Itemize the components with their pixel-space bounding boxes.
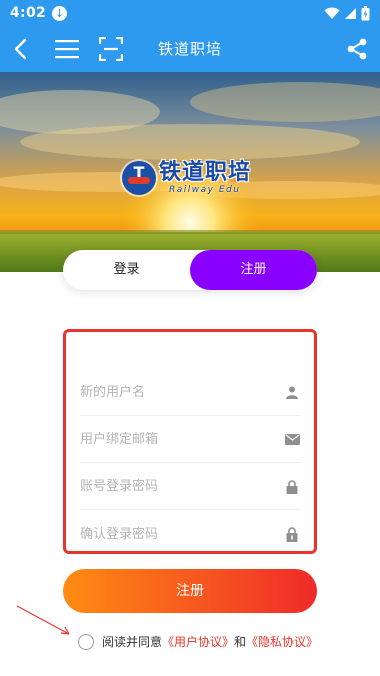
register-form (63, 329, 317, 554)
password-field-row (80, 464, 300, 510)
agreement-row: 阅读并同意 《用户协议》 和 《隐私协议》 (78, 633, 318, 650)
scan-icon[interactable] (96, 34, 126, 64)
confirm-password-input[interactable] (80, 526, 284, 542)
agreement-prefix: 阅读并同意 (102, 635, 163, 649)
battery-icon (361, 5, 370, 20)
password-input[interactable] (80, 479, 284, 494)
share-icon[interactable] (342, 34, 372, 64)
signal-icon (345, 7, 356, 19)
download-notification-icon: ↓ (52, 5, 68, 21)
confirm-password-field-row (80, 511, 300, 557)
back-arrow-icon[interactable] (6, 34, 36, 64)
register-submit-button[interactable]: 注册 (63, 569, 317, 613)
lock-confirm-icon (284, 526, 300, 542)
email-input[interactable] (80, 432, 284, 447)
annotation-arrow-icon (16, 605, 70, 635)
wifi-icon (324, 7, 340, 19)
logo-english-text: Railway Edu (169, 184, 241, 195)
brand-logo: T 铁道职培 Railway Edu (122, 161, 251, 195)
tab-login[interactable]: 登录 (63, 250, 190, 290)
status-icons (324, 5, 370, 21)
logo-mark-icon: T (122, 161, 156, 195)
status-time: 4:02 (10, 5, 47, 21)
logo-chinese-text: 铁道职培 (159, 159, 252, 185)
mail-icon (284, 432, 300, 448)
lock-icon (284, 479, 300, 495)
tab-register[interactable]: 注册 (190, 250, 317, 290)
user-icon (284, 385, 300, 401)
username-input[interactable] (80, 385, 284, 400)
agreement-radio[interactable] (78, 633, 94, 650)
hamburger-menu-icon[interactable] (52, 34, 82, 64)
email-field-row (80, 417, 300, 463)
status-bar: 4:02 ↓ (0, 0, 380, 26)
user-agreement-link[interactable]: 《用户协议》 (162, 633, 234, 650)
auth-tabs: 登录 注册 (63, 250, 317, 290)
agreement-and: 和 (234, 635, 247, 649)
sunrise-banner-image: T 铁道职培 Railway Edu (0, 72, 380, 272)
privacy-agreement-link[interactable]: 《隐私协议》 (246, 633, 318, 650)
register-screen: 4:02 ↓ 铁道职培 T 铁道职培 Railway Edu 登录 注册 新的用… (0, 0, 380, 676)
app-header: 铁道职培 (0, 26, 380, 72)
username-field-row (80, 370, 300, 416)
